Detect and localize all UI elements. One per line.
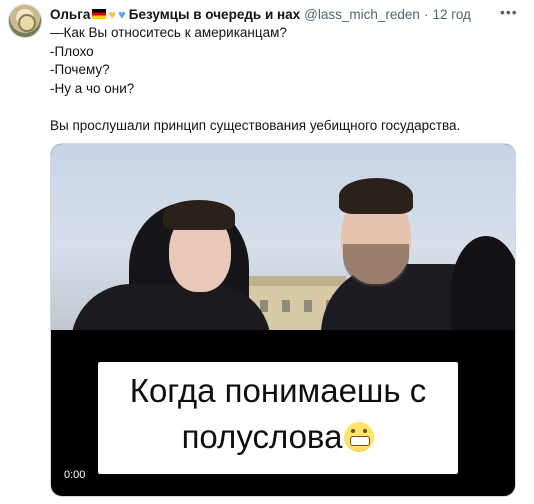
author-handle[interactable]: @lass_mich_reden <box>304 7 420 22</box>
more-options-icon[interactable]: ••• <box>500 4 518 20</box>
author-name[interactable]: Ольга <box>50 7 90 22</box>
video-frame <box>51 144 515 330</box>
dialogue-line: -Ну а чо они? <box>50 80 135 96</box>
tweet-text: —Как Вы относитесь к американцам? -Плохо… <box>50 24 520 135</box>
german-flag-icon <box>92 9 107 19</box>
yellow-heart-icon: ♥ <box>108 6 117 22</box>
avatar[interactable] <box>8 4 42 38</box>
caption-line-2: полуслова <box>181 418 343 455</box>
timestamp[interactable]: 12 год <box>432 7 470 22</box>
author-name-suffix[interactable]: Безумцы в очередь и нах <box>129 7 300 22</box>
video-caption: Когда понимаешь с полуслова <box>98 362 458 474</box>
video-timestamp: 0:00 <box>64 469 86 481</box>
dialogue-line: -Плохо <box>50 43 94 59</box>
separator: · <box>423 6 429 22</box>
conclusion-line: Вы прослушали принцип существования уеби… <box>50 117 461 133</box>
blue-heart-icon: ♥ <box>118 6 126 22</box>
dialogue-line: -Почему? <box>50 62 110 77</box>
video-player[interactable]: Когда понимаешь с полуслова 0:00 <box>50 143 516 497</box>
grinning-face-icon <box>344 422 375 452</box>
caption-line-1: Когда понимаешь с <box>129 372 427 409</box>
tweet[interactable]: Ольга ♥ ♥ Безумцы в очередь и нах @lass_… <box>0 0 534 504</box>
tweet-header: Ольга ♥ ♥ Безумцы в очередь и нах @lass_… <box>50 6 471 22</box>
dialogue-line: —Как Вы относитесь к американцам? <box>50 25 287 40</box>
